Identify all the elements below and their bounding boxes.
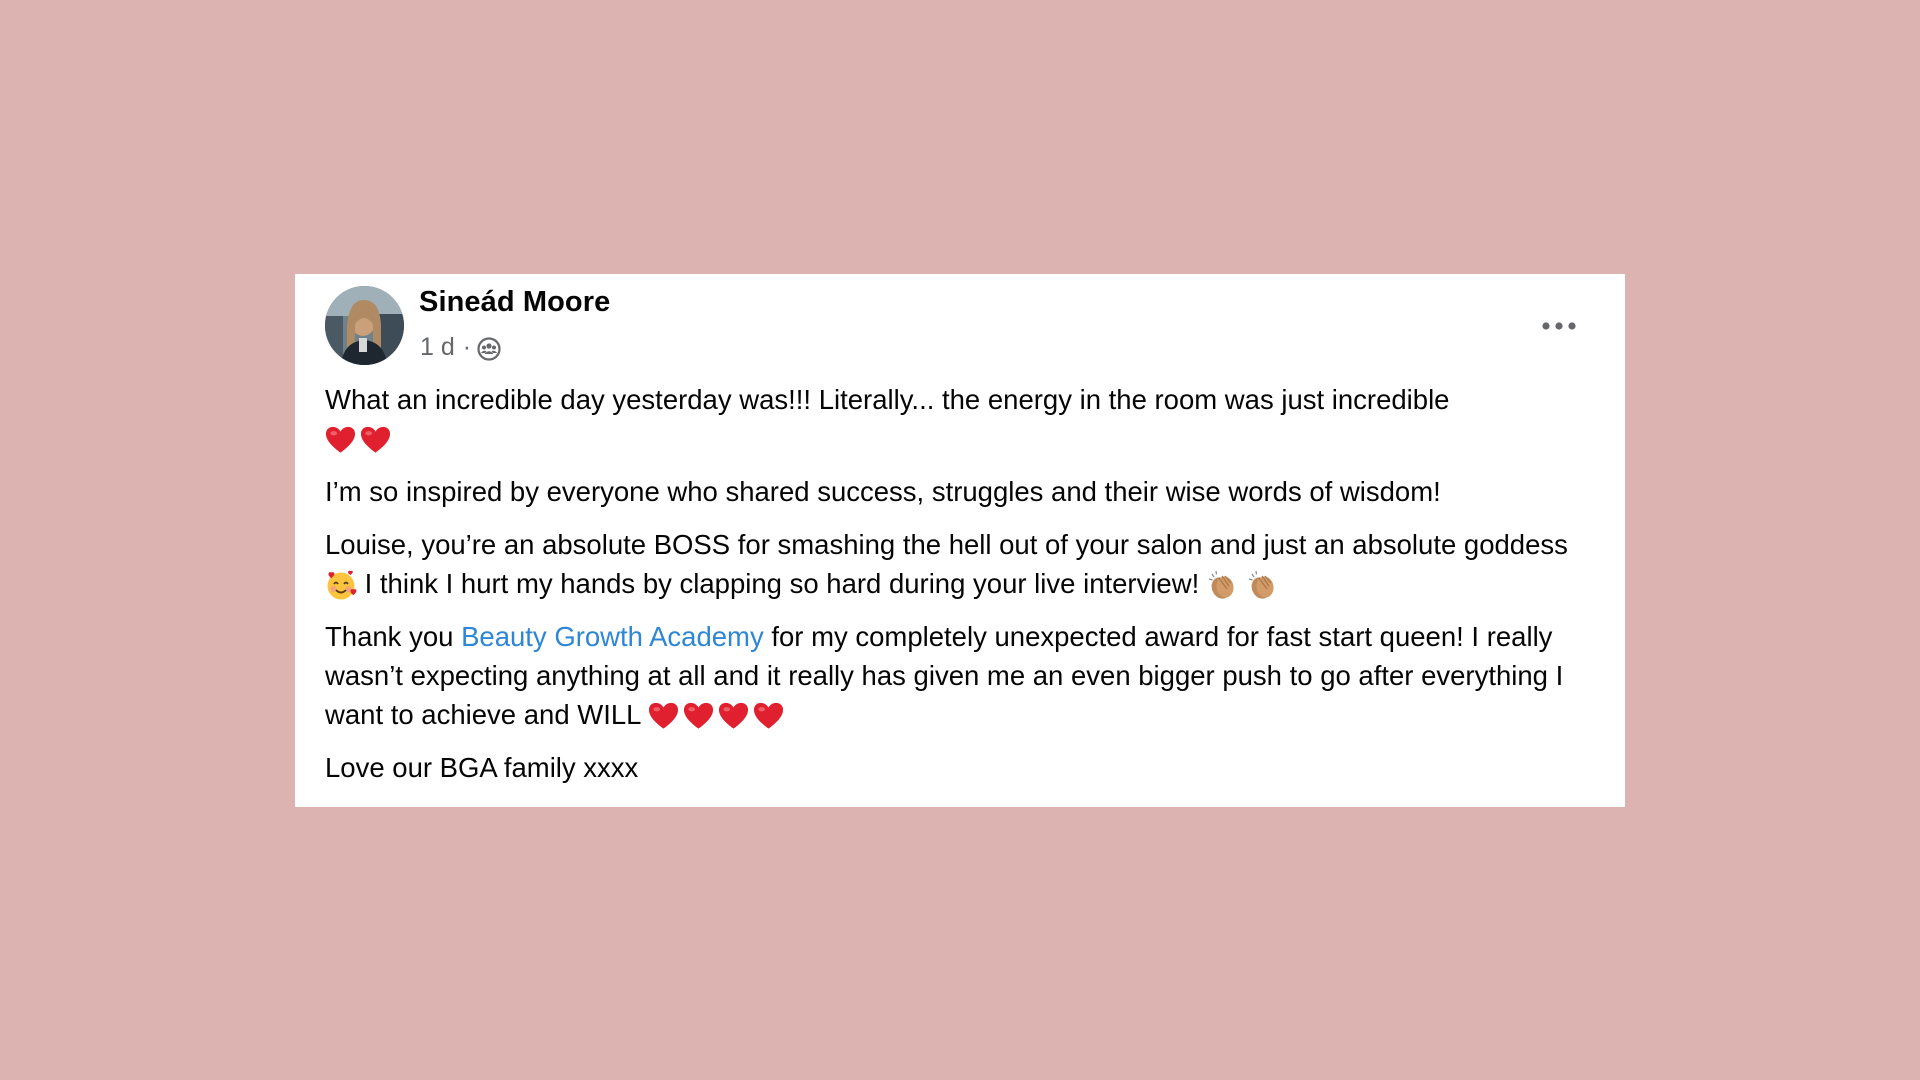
post-paragraph-2: I’m so inspired by everyone who shared s… (325, 472, 1605, 511)
paragraph-text: I think I hurt my hands by clapping so h… (364, 568, 1200, 599)
post-timestamp[interactable]: 1 d (420, 333, 455, 362)
post-body: What an incredible day yesterday was!!! … (325, 380, 1605, 801)
more-options-button[interactable] (1539, 316, 1579, 336)
post-header: Sineád Moore 1 d · (325, 286, 1595, 368)
red-heart-emoji (325, 425, 356, 455)
post-paragraph-4: Thank you Beauty Growth Academy for my c… (325, 617, 1605, 734)
post-paragraph-5: Love our BGA family xxxx (325, 748, 1605, 787)
more-options-icon (1542, 322, 1576, 330)
paragraph-text: I’m so inspired by everyone who shared s… (325, 476, 1441, 507)
red-heart-emoji (683, 701, 714, 731)
red-heart-emoji (648, 701, 679, 731)
red-heart-emoji (718, 701, 749, 731)
clapping-hands-emoji (1247, 569, 1279, 601)
clapping-hands-emoji (1207, 569, 1239, 601)
red-heart-emoji (753, 701, 784, 731)
post-paragraph-1: What an incredible day yesterday was!!! … (325, 380, 1605, 458)
avatar-photo (325, 286, 404, 365)
post-paragraph-3: Louise, you’re an absolute BOSS for smas… (325, 525, 1605, 603)
author-avatar[interactable] (325, 286, 404, 365)
red-heart-emoji (360, 425, 391, 455)
post-card: Sineád Moore 1 d · What an incredible da… (295, 274, 1625, 807)
smiling-face-with-hearts-emoji (325, 569, 357, 601)
paragraph-text: Louise, you’re an absolute BOSS for smas… (325, 529, 1568, 560)
author-name[interactable]: Sineád Moore (419, 286, 610, 319)
paragraph-text: What an incredible day yesterday was!!! … (325, 384, 1450, 415)
beauty-growth-academy-link[interactable]: Beauty Growth Academy (461, 621, 764, 652)
post-meta: 1 d · (420, 333, 501, 362)
group-audience-icon[interactable] (477, 336, 501, 361)
meta-separator: · (462, 333, 472, 361)
paragraph-text: Thank you (325, 621, 462, 652)
paragraph-text: Love our BGA family xxxx (325, 752, 639, 783)
